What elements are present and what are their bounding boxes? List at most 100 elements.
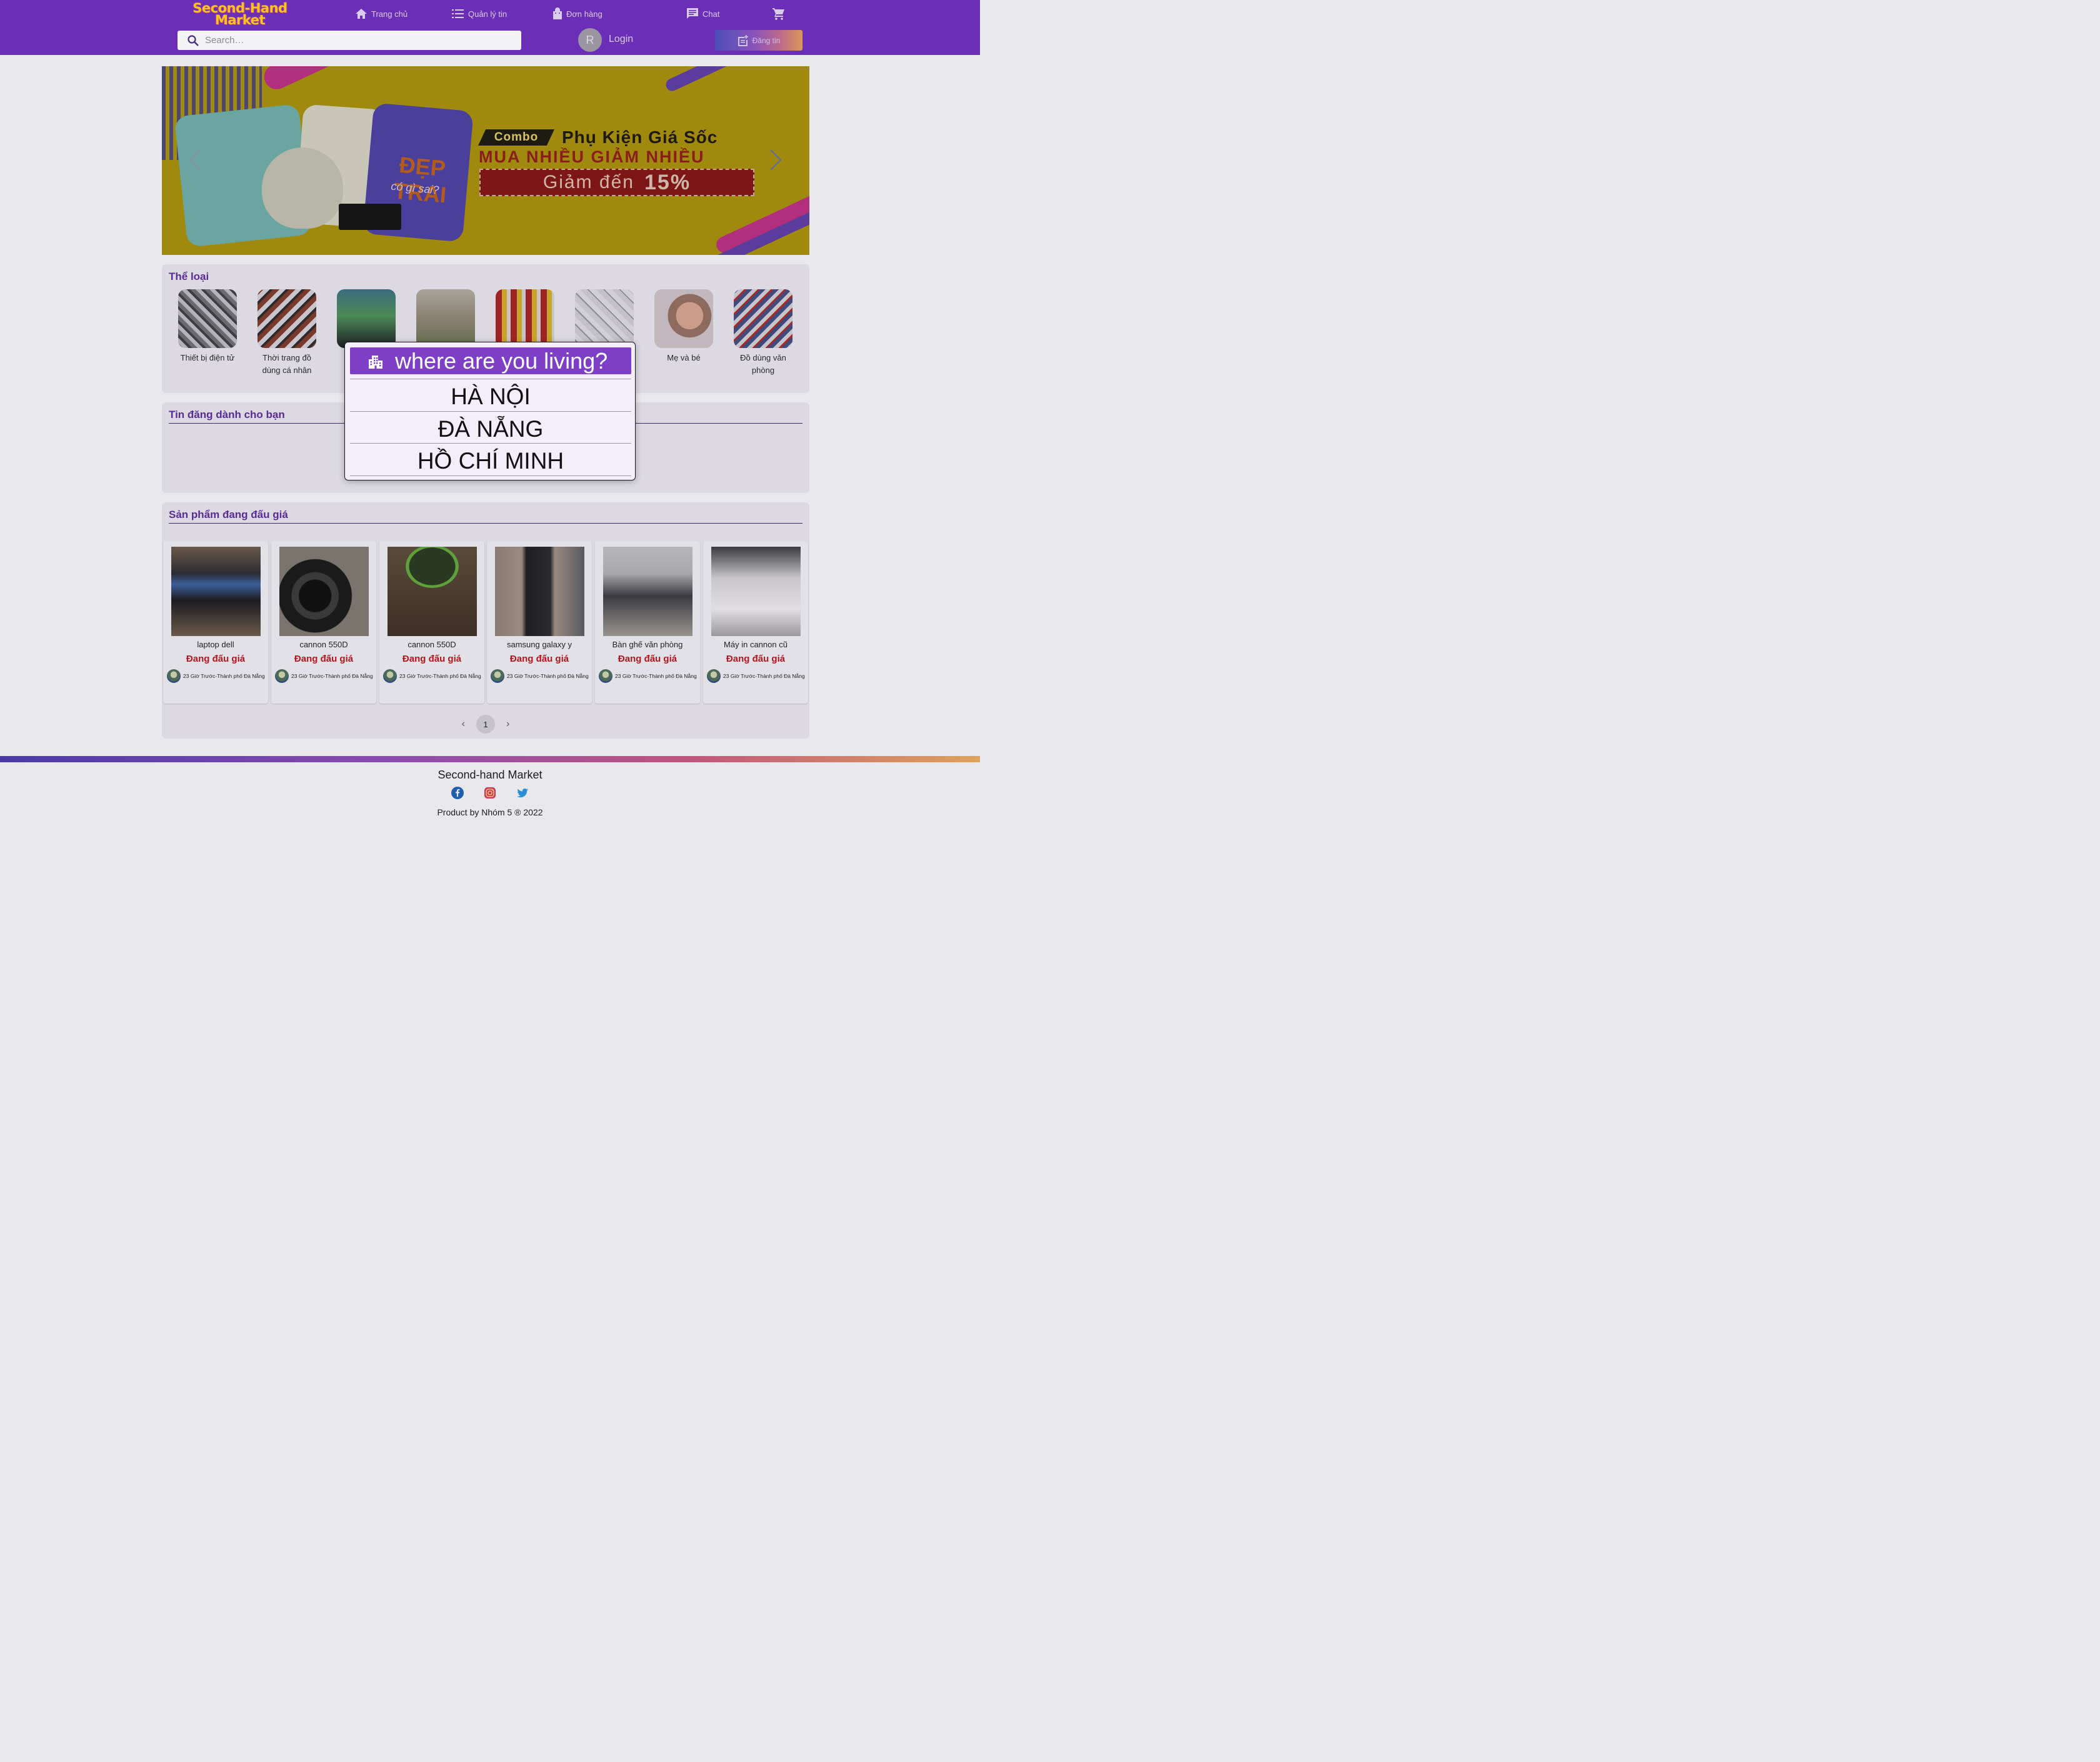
city-select-modal: where are you living? HÀ NỘI ĐÀ NẴNG HỒ … [344,342,636,480]
product-meta: 23 Giờ Trước-Thành phố Đà Nẵng [383,669,481,683]
product-meta: 23 Giờ Trước-Thành phố Đà Nẵng [599,669,697,683]
category-image [416,289,475,348]
modal-header: where are you living? [350,347,631,374]
product-status: Đang đấu giá [726,654,786,664]
twitter-icon[interactable] [516,787,529,799]
product-image [495,547,584,636]
banner-sd-card [339,204,401,230]
auction-section: Sản phẩm đang đấu giá laptop dell Đang đ… [162,502,809,739]
facebook-icon[interactable] [451,787,464,799]
product-meta: 23 Giờ Trước-Thành phố Đà Nẵng [491,669,589,683]
search-bar [178,31,521,50]
banner-title: Phụ Kiện Giá Sốc [562,127,718,147]
product-card[interactable]: cannon 550D Đang đấu giá 23 Giờ Trước-Th… [271,541,376,704]
seller-avatar [167,669,181,683]
banner-prev-arrow-icon[interactable] [187,147,203,172]
product-image [388,547,477,636]
category-label: Thời trang đồ dùng cá nhân [262,353,312,375]
footer-title: Second-hand Market [438,769,542,781]
category-item[interactable]: Đồ dùng văn phòng [729,289,798,377]
category-item[interactable]: Thiết bị điện tử [173,289,242,364]
avatar[interactable]: R [578,28,602,52]
search-icon [188,34,199,46]
product-status: Đang đấu giá [294,654,354,664]
city-icon [369,355,382,369]
nav-orders-label: Đơn hàng [566,9,602,19]
option-divider [350,475,631,476]
post-add-icon [738,34,748,46]
instagram-icon[interactable] [484,787,496,799]
category-item[interactable]: Mẹ và bé [649,289,718,364]
category-item[interactable]: Thời trang đồ dùng cá nhân [252,289,321,377]
product-card[interactable]: laptop dell Đang đấu giá 23 Giờ Trước-Th… [163,541,268,704]
category-image [654,289,713,348]
product-meta-text: 23 Giờ Trước-Thành phố Đà Nẵng [723,673,805,679]
product-name: cannon 550D [408,640,456,649]
category-image [337,289,396,348]
product-image [603,547,692,636]
post-listing-button[interactable]: Đăng tin [715,30,802,51]
seller-avatar [275,669,289,683]
product-name: Bàn ghế văn phòng [612,640,683,649]
auction-title: Sản phẩm đang đấu giá [169,509,288,520]
banner-combo-tag: Combo [478,129,554,146]
cart-button[interactable] [772,6,789,21]
product-name: samsung galaxy y [506,640,572,649]
banner-mouse [262,147,343,229]
pagination: ‹ 1 › [162,715,809,734]
product-card[interactable]: Bàn ghế văn phòng Đang đấu giá 23 Giờ Tr… [595,541,700,704]
banner-discount-box: Giảm đến 15% [479,169,754,196]
chat-icon [687,8,698,19]
banner-next-arrow-icon[interactable] [768,147,784,172]
product-image [279,547,369,636]
top-navbar: Second-Hand Market Trang chủ Quản lý tin… [0,0,980,55]
site-logo[interactable]: Second-Hand Market [184,2,296,27]
product-meta: 23 Giờ Trước-Thành phố Đà Nẵng [707,669,805,683]
footer-gradient-bar [0,756,980,762]
banner-shape [664,66,760,93]
banner-shape [260,66,339,94]
page-number[interactable]: 1 [476,715,495,734]
city-option-hochiminh[interactable]: HỒ CHÍ MINH [350,444,631,475]
nav-chat-label: Chat [702,9,720,19]
modal-title: where are you living? [395,348,608,374]
nav-manage-posts[interactable]: Quản lý tin [452,6,507,21]
banner-discount-prefix: Giảm đến [542,172,634,192]
product-card[interactable]: Máy in cannon cũ Đang đấu giá 23 Giờ Trư… [703,541,808,704]
promo-banner[interactable]: ĐẸP TRAI có gì sai? Combo Phụ Kiện Giá S… [162,66,809,255]
list-icon [452,9,464,18]
product-card[interactable]: cannon 550D Đang đấu giá 23 Giờ Trước-Th… [379,541,484,704]
product-meta: 23 Giờ Trước-Thành phố Đà Nẵng [275,669,373,683]
category-image [496,289,554,348]
seller-avatar [707,669,721,683]
nav-chat[interactable]: Chat [686,6,719,21]
product-name: Máy in cannon cũ [724,640,788,649]
seller-avatar [599,669,612,683]
product-name: laptop dell [197,640,234,649]
recommended-title: Tin đăng dành cho bạn [169,409,285,421]
section-divider [169,523,802,524]
category-image [734,289,792,348]
search-input[interactable] [205,35,505,46]
login-link[interactable]: Login [609,34,633,45]
product-meta: 23 Giờ Trước-Thành phố Đà Nẵng [167,669,265,683]
seller-avatar [383,669,397,683]
category-image [258,289,316,348]
product-card[interactable]: samsung galaxy y Đang đấu giá 23 Giờ Trư… [487,541,592,704]
prev-page-icon[interactable]: ‹ [462,719,465,730]
next-page-icon[interactable]: › [506,719,509,730]
seller-avatar [491,669,504,683]
city-option-hanoi[interactable]: HÀ NỘI [350,379,631,411]
categories-title: Thể loại [169,271,209,282]
product-meta-text: 23 Giờ Trước-Thành phố Đà Nẵng [399,673,481,679]
category-image [178,289,237,348]
nav-home[interactable]: Trang chủ [355,6,408,21]
product-status: Đang đấu giá [402,654,462,664]
nav-manage-posts-label: Quản lý tin [468,9,508,19]
footer-copyright: Product by Nhóm 5 ® 2022 [437,807,543,817]
product-status: Đang đấu giá [186,654,246,664]
city-option-danang[interactable]: ĐÀ NẴNG [350,412,631,444]
nav-orders[interactable]: Đơn hàng [552,6,602,21]
product-meta-text: 23 Giờ Trước-Thành phố Đà Nẵng [615,673,697,679]
product-image [171,547,261,636]
